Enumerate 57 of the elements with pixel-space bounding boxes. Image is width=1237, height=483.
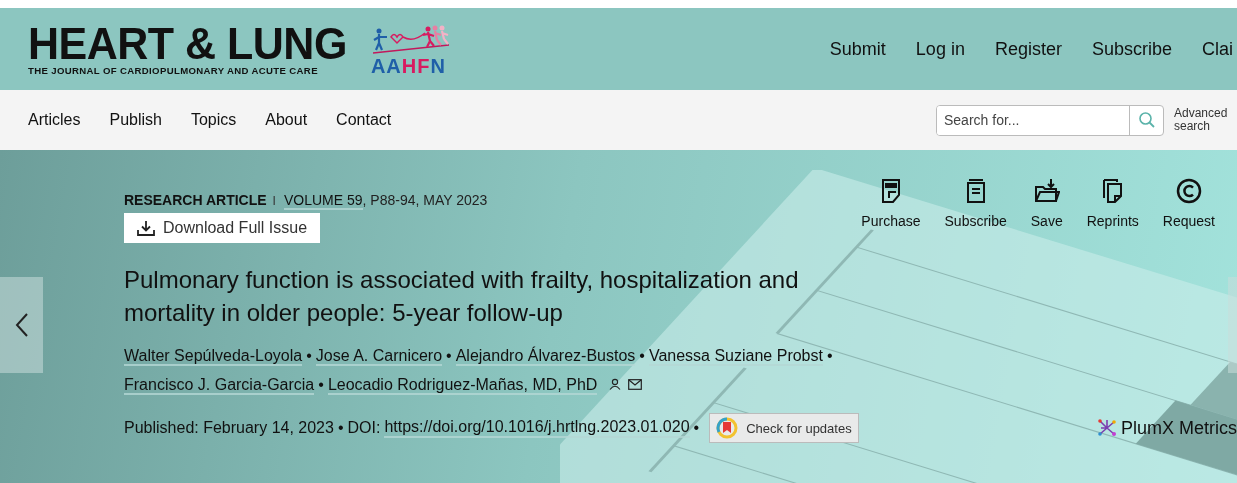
separator-mark: •: [337, 419, 344, 437]
nav-item[interactable]: Contact: [336, 111, 392, 129]
journal-logo-title[interactable]: HEART & LUNG: [28, 21, 347, 64]
copyright-icon: [1175, 178, 1202, 204]
previous-button[interactable]: [0, 277, 43, 373]
journal-logo-subtitle: THE JOURNAL OF CARDIOPULMONARY AND ACUTE CARE: [28, 64, 319, 76]
next-button[interactable]: [1228, 277, 1237, 373]
doi-link[interactable]: https://doi.org/10.1016/j.hrtlng.2023.01.020: [384, 418, 690, 438]
action-button[interactable]: Request: [1150, 178, 1227, 243]
volume-link[interactable]: VOLUME 59: [283, 192, 363, 210]
separator-mark: •: [446, 347, 452, 364]
download-icon: [137, 220, 155, 236]
figures-logo-icon: [370, 25, 451, 55]
header-link[interactable]: Submit: [829, 38, 886, 60]
pages-icon: [1101, 178, 1124, 204]
document-icon: [964, 178, 987, 204]
article-type: RESEARCH ARTICLE: [124, 192, 267, 208]
published-date: Published: February 14, 2023: [124, 419, 334, 437]
header-link[interactable]: Log in: [915, 38, 965, 60]
action-button[interactable]: Save: [1018, 178, 1075, 243]
author-link[interactable]: Francisco J. Garcia-Garcia: [124, 376, 315, 395]
issue-info: , P88-94, MAY 2023: [362, 192, 488, 208]
action-button[interactable]: Purchase: [849, 178, 933, 243]
separator-mark: •: [639, 347, 645, 364]
header-link[interactable]: Subscribe: [1091, 38, 1172, 60]
email-icon[interactable]: [628, 378, 643, 390]
separator-mark: •: [318, 376, 324, 393]
doi-label: DOI:: [347, 419, 381, 437]
separator-mark: •: [693, 419, 700, 437]
person-icon: [609, 378, 622, 390]
nav-item[interactable]: Topics: [190, 111, 237, 129]
nav-item[interactable]: Articles: [28, 111, 81, 129]
action-button[interactable]: Reprints: [1074, 178, 1151, 243]
separator-mark: I: [272, 194, 276, 208]
author-link[interactable]: Leocadio Rodriguez-Mañas, MD, PhD: [327, 376, 598, 395]
author-link[interactable]: Vanessa Suziane Probst: [648, 347, 823, 366]
chevron-left-icon: [14, 312, 29, 338]
folder-icon: [1033, 178, 1060, 204]
header-link[interactable]: Register: [994, 38, 1062, 60]
article-title: Pulmonary function is associated with frailty, hospitalization and mortality in older people: 5-year follow-up: [124, 265, 800, 328]
download-issue-button[interactable]: Download Full Issue: [124, 213, 321, 243]
author-link[interactable]: Alejandro Álvarez-Bustos: [455, 347, 636, 366]
bookmark-icon: [716, 417, 739, 439]
separator-mark: •: [306, 347, 312, 364]
plumx-metrics-link[interactable]: PlumX Metrics: [1097, 417, 1237, 439]
action-button[interactable]: Subscribe: [932, 178, 1019, 243]
plumx-icon: [1097, 418, 1117, 438]
check-updates-button[interactable]: Check for updates: [709, 413, 859, 443]
author-link[interactable]: Jose A. Carnicero: [315, 347, 443, 366]
author-link[interactable]: Walter Sepúlveda-Loyola: [124, 347, 303, 366]
search-field[interactable]: Search for...: [936, 104, 1164, 136]
nav-item[interactable]: About: [265, 111, 308, 129]
separator-mark: •: [826, 347, 833, 364]
header-link[interactable]: Clai: [1202, 38, 1233, 60]
pdf-icon: [879, 178, 902, 204]
nav-item[interactable]: Publish: [109, 111, 162, 129]
advanced-search-link[interactable]: Advanced search: [1174, 107, 1230, 133]
